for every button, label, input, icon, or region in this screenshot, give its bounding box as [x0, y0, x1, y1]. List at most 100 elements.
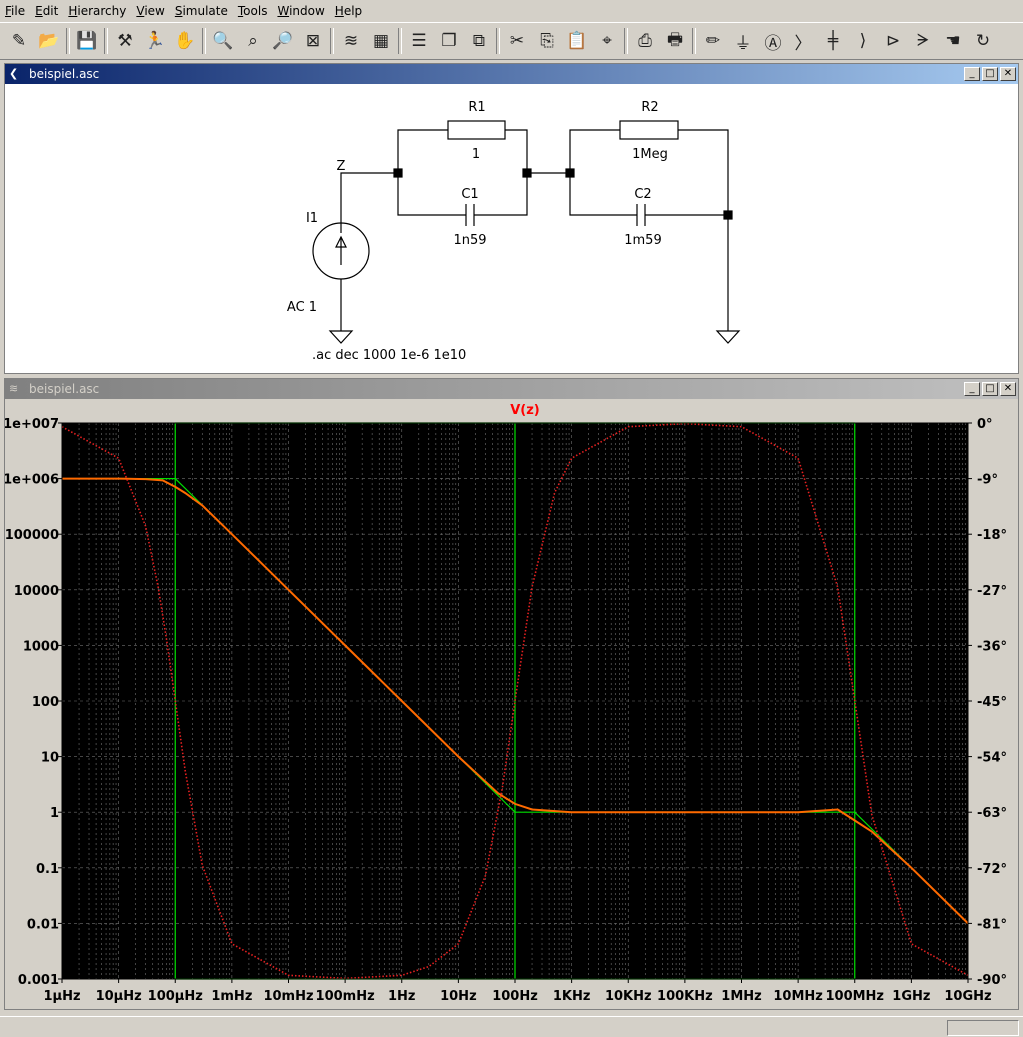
toolbar-separator: [202, 28, 206, 54]
y-left-tick-label: 10000: [14, 584, 59, 599]
run-icon[interactable]: 🏃: [142, 28, 168, 54]
y-right-tick-label: 0°: [977, 417, 993, 432]
r1-value[interactable]: 1: [472, 147, 480, 162]
x-tick-label: 10KHz: [605, 989, 652, 1004]
control-panel-icon[interactable]: ⚒: [112, 28, 138, 54]
resistor-r1[interactable]: [447, 120, 506, 140]
wire: [678, 129, 729, 331]
menu-tools[interactable]: Tools: [233, 4, 273, 18]
ground-symbol[interactable]: [715, 330, 741, 344]
toolbar-separator: [330, 28, 334, 54]
draw-wire-icon[interactable]: ✏: [700, 28, 726, 54]
x-tick-label: 10MHz: [773, 989, 822, 1004]
plot-settings-icon[interactable]: ▦: [368, 28, 394, 54]
zoom-in-icon[interactable]: 🔍: [210, 28, 236, 54]
menu-file[interactable]: File: [0, 4, 30, 18]
inductor-icon[interactable]: ⟩: [850, 28, 876, 54]
spice-directive[interactable]: .ac dec 1000 1e-6 1e10: [312, 348, 466, 363]
y-left-tick-label: 1: [50, 806, 59, 821]
menu-window[interactable]: Window: [272, 4, 329, 18]
wire: [397, 173, 466, 216]
x-tick-label: 100MHz: [825, 989, 884, 1004]
open-icon[interactable]: 📂: [36, 28, 62, 54]
i1-value[interactable]: AC 1: [287, 300, 317, 315]
schematic-canvas[interactable]: R1 1 R2 1Meg C1 1n59 C2 1m59 I1 AC 1 Z .…: [5, 84, 1018, 373]
label-net-icon[interactable]: Ⓐ: [760, 28, 786, 54]
waveform-window-icon: ≋: [9, 382, 19, 395]
zoom-out-icon[interactable]: 🔎: [270, 28, 296, 54]
minimize-button[interactable]: _: [964, 382, 980, 396]
rotate-icon[interactable]: ↻: [970, 28, 996, 54]
r2-name[interactable]: R2: [641, 100, 658, 115]
y-right-tick-label: -54°: [977, 751, 1007, 766]
resistor-icon[interactable]: 〉: [790, 28, 816, 54]
ground-symbol[interactable]: [328, 330, 354, 344]
net-label-z[interactable]: Z: [337, 159, 346, 174]
junction-dot: [723, 210, 733, 220]
c1-value[interactable]: 1n59: [453, 233, 486, 248]
find-icon[interactable]: ⌖: [594, 28, 620, 54]
menu-edit[interactable]: Edit: [30, 4, 63, 18]
c2-value[interactable]: 1m59: [624, 233, 661, 248]
menu-simulate[interactable]: Simulate: [170, 4, 233, 18]
copy-icon[interactable]: ⎘: [534, 28, 560, 54]
zoom-pan-icon[interactable]: ⌕: [240, 28, 266, 54]
zoom-fit-icon[interactable]: ⊠: [300, 28, 326, 54]
minimize-button[interactable]: _: [964, 67, 980, 81]
ground-icon[interactable]: ⏚: [730, 28, 756, 54]
new-schematic-icon[interactable]: ✎: [6, 28, 32, 54]
schematic-titlebar[interactable]: ❮ beispiel.asc _ □ ✕: [5, 64, 1018, 84]
paste-icon[interactable]: 📋: [564, 28, 590, 54]
i1-name[interactable]: I1: [306, 211, 318, 226]
x-tick-label: 10Hz: [440, 989, 477, 1004]
menu-view[interactable]: View: [131, 4, 169, 18]
waveform-window-title: beispiel.asc: [29, 382, 100, 396]
y-right-tick-label: -90°: [977, 973, 1007, 988]
schematic-window: ❮ beispiel.asc _ □ ✕ R1 1 R2 1Meg C1 1n5…: [4, 63, 1019, 374]
tile-horizontal-icon[interactable]: ☰: [406, 28, 432, 54]
r2-value[interactable]: 1Meg: [632, 147, 668, 162]
y-left-tick-label: 1000: [23, 639, 59, 654]
x-tick-label: 100KHz: [657, 989, 713, 1004]
diode-icon[interactable]: ⊳: [880, 28, 906, 54]
y-left-tick-label: 0.001: [18, 973, 59, 988]
cascade-icon[interactable]: ❐: [436, 28, 462, 54]
menu-help[interactable]: Help: [330, 4, 367, 18]
close-button[interactable]: ✕: [1000, 67, 1016, 81]
close-button[interactable]: ✕: [1000, 382, 1016, 396]
toolbar: ✎ 📂 💾 ⚒ 🏃 ✋ 🔍 ⌕ 🔎 ⊠ ≋ ▦ ☰ ❐ ⧉ ✂ ⎘ 📋 ⌖ ⎙ …: [0, 22, 1023, 60]
move-icon[interactable]: ☚: [940, 28, 966, 54]
halt-icon[interactable]: ✋: [172, 28, 198, 54]
x-tick-label: 1KHz: [553, 989, 591, 1004]
autorange-icon[interactable]: ≋: [338, 28, 364, 54]
component-icon[interactable]: ᗒ: [910, 28, 936, 54]
resistor-r2[interactable]: [619, 120, 679, 140]
tile-vertical-icon[interactable]: ⧉: [466, 28, 492, 54]
y-right-tick-label: -27°: [977, 584, 1007, 599]
schematic-window-title: beispiel.asc: [29, 67, 100, 81]
x-tick-label: 100µHz: [148, 989, 203, 1004]
print-setup-icon[interactable]: 🖶: [662, 28, 688, 54]
waveform-plot[interactable]: V(z) 1µHz 10µHz 100µHz 1mHz 10mHz 100mHz 1Hz 10H…: [5, 399, 1018, 1009]
c1-name[interactable]: C1: [461, 187, 478, 202]
maximize-button[interactable]: □: [982, 382, 998, 396]
cut-icon[interactable]: ✂: [504, 28, 530, 54]
menu-hierarchy[interactable]: Hierarchy: [63, 4, 131, 18]
capacitor-icon[interactable]: ╪: [820, 28, 846, 54]
y-right-tick-label: -63°: [977, 806, 1007, 821]
r1-name[interactable]: R1: [468, 100, 485, 115]
waveform-titlebar[interactable]: ≋ beispiel.asc _ □ ✕: [5, 379, 1018, 399]
y-left-tick-label: 100000: [5, 528, 59, 543]
maximize-button[interactable]: □: [982, 67, 998, 81]
x-tick-label: 1mHz: [211, 989, 252, 1004]
junction-dot: [393, 168, 403, 178]
print-icon[interactable]: ⎙: [632, 28, 658, 54]
schematic-window-icon: ❮: [9, 67, 19, 80]
c2-name[interactable]: C2: [634, 187, 651, 202]
save-icon[interactable]: 💾: [74, 28, 100, 54]
y-left-tick-label: 0.01: [27, 917, 59, 932]
y-left-tick-label: 100: [32, 695, 59, 710]
wire: [569, 129, 620, 173]
toolbar-separator: [624, 28, 628, 54]
toolbar-separator: [398, 28, 402, 54]
